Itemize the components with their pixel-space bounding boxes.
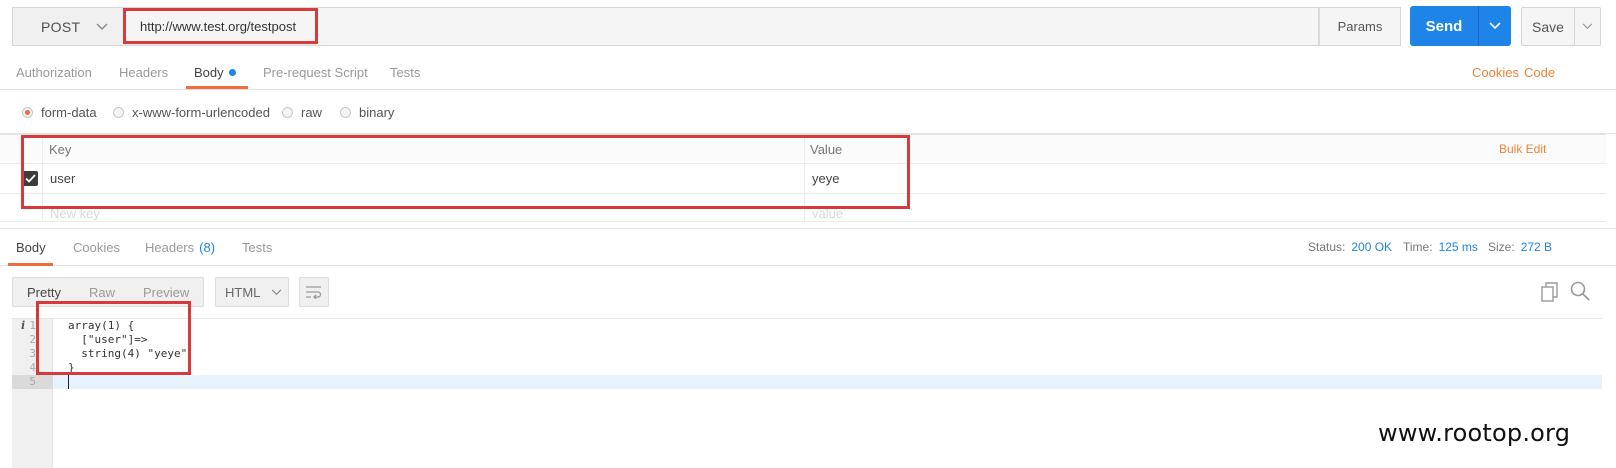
status-value: 200 OK [1351,240,1393,254]
tab-response-body[interactable]: Body [16,229,46,265]
radio-label: x-www-form-urlencoded [132,104,270,120]
time-readout: Time: 125 ms [1403,229,1478,265]
radio-binary[interactable]: binary [340,90,394,134]
radio-form-data[interactable]: form-data [22,90,97,134]
text-cursor [68,375,69,389]
time-value: 125 ms [1438,240,1478,254]
time-label: Time: [1403,240,1433,254]
radio-icon [340,106,351,118]
tab-response-headers[interactable]: Headers (8) [145,229,215,265]
tab-tests[interactable]: Tests [390,56,420,89]
save-options-button[interactable] [1575,23,1600,30]
radio-x-www-form-urlencoded[interactable]: x-www-form-urlencoded [113,90,270,134]
line-number: 5 [29,375,36,388]
radio-icon [282,106,293,118]
radio-raw[interactable]: raw [282,90,322,134]
tab-body-label: Body [194,65,224,80]
status-label: Status: [1308,240,1346,254]
active-tab-indicator [186,86,248,89]
highlight-box-response [36,301,191,375]
radio-label: raw [301,104,322,120]
size-label: Size: [1488,240,1515,254]
tab-response-tests[interactable]: Tests [242,229,272,265]
bulk-edit-link[interactable]: Bulk Edit [1499,135,1546,163]
search-icon[interactable] [1570,281,1590,301]
wrap-lines-icon [306,286,322,299]
cookies-link[interactable]: Cookies [1472,56,1519,89]
highlight-box-form-data [21,135,910,209]
tab-pre-request-script[interactable]: Pre-request Script [263,56,368,89]
modified-dot-icon [228,69,236,76]
radio-icon [113,106,124,118]
radio-selected-icon [22,106,33,118]
send-button[interactable]: Send [1410,6,1511,46]
chevron-down-icon [272,288,282,295]
tab-authorization[interactable]: Authorization [16,56,92,89]
tab-headers[interactable]: Headers [119,56,168,89]
chevron-down-icon [96,23,108,30]
language-dropdown[interactable]: HTML [215,277,289,307]
tab-response-cookies[interactable]: Cookies [73,229,120,265]
method-dropdown[interactable]: POST [12,7,125,46]
tab-body[interactable]: Body [194,56,236,89]
language-label: HTML [225,284,261,300]
radio-label: binary [359,104,395,120]
wrap-lines-button[interactable] [299,277,329,307]
params-button[interactable]: Params [1319,7,1401,46]
watermark-text: www.rootop.org [1378,419,1571,447]
response-body-editor[interactable]: i 1 2 3 4 5 array(1) { ["user"]=> string… [12,318,1602,468]
copy-icon[interactable] [1541,282,1559,302]
method-label: POST [41,18,81,35]
chevron-down-icon [1582,23,1593,30]
size-readout: Size: 272 B [1488,229,1552,265]
code-link[interactable]: Code [1524,56,1555,89]
send-label: Send [1425,17,1463,35]
save-label: Save [1532,18,1564,35]
active-line-highlight [12,375,1602,389]
response-toolbar: Pretty Raw Preview HTML [0,266,1616,318]
radio-label: form-data [41,104,97,120]
headers-count-badge: (8) [199,239,216,255]
status-readout: Status: 200 OK [1308,229,1392,265]
body-mode-selector: form-data x-www-form-urlencoded raw bina… [0,90,1616,134]
size-value: 272 B [1520,240,1553,254]
tab-label: Headers [145,239,195,255]
chevron-down-icon [1489,22,1501,30]
response-tabs: Body Cookies Headers (8) Tests Status: 2… [0,228,1616,266]
save-button[interactable]: Save [1521,7,1601,46]
request-tabs: Authorization Headers Body Pre-request S… [0,56,1616,90]
send-options-button[interactable] [1479,22,1511,30]
highlight-box-url [123,8,318,44]
